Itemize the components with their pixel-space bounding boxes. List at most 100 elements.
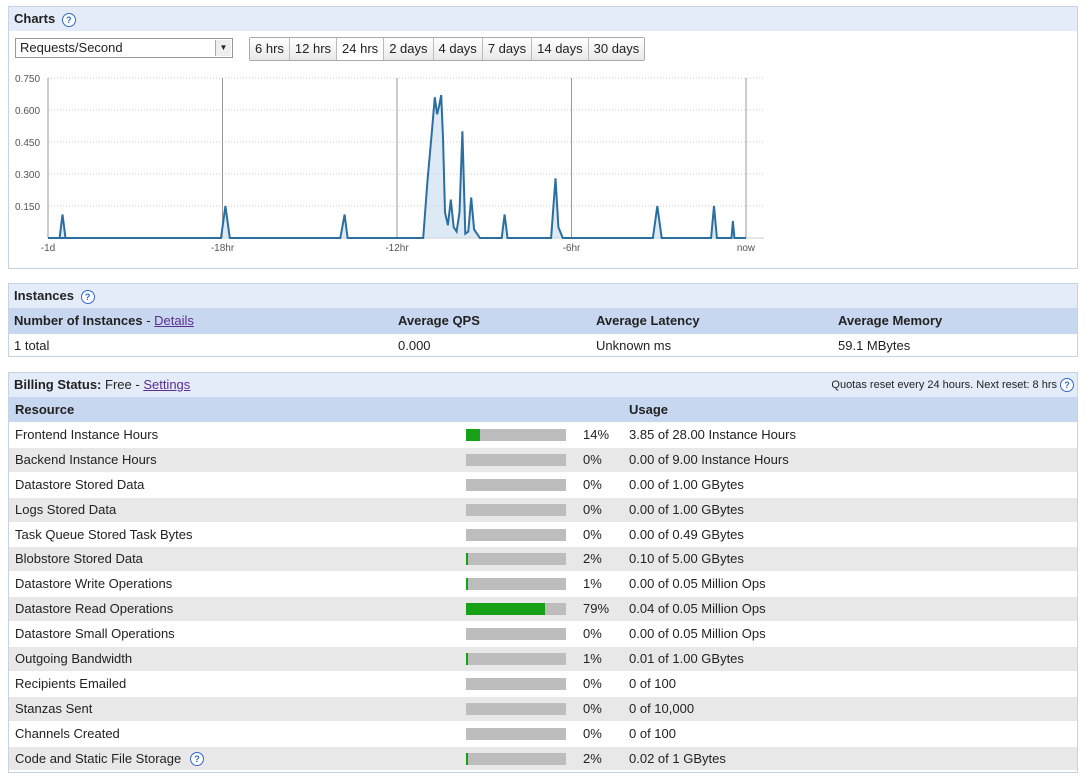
usage-percent: 1%	[583, 576, 602, 592]
usage-percent: 14%	[583, 427, 610, 442]
separator: -	[142, 313, 155, 328]
billing-table-header: Resource Usage	[9, 397, 1077, 422]
usage-value: 0.00 of 0.49 GBytes	[629, 526, 744, 542]
range-button[interactable]: 7 days	[482, 38, 533, 60]
separator: -	[131, 377, 144, 392]
usage-value: 0.02 of 1 GBytes	[629, 750, 726, 766]
instances-count: 1 total	[14, 338, 50, 353]
billing-header: Billing Status: Free - Settings Quotas r…	[9, 373, 1077, 397]
resource-name: Stanzas Sent	[15, 700, 93, 716]
usage-value: 0 of 100	[629, 725, 676, 741]
resource-name: Datastore Write Operations	[15, 576, 173, 592]
usage-value: 0.00 of 0.05 Million Ops	[629, 576, 766, 592]
resource-name: Backend Instance Hours	[15, 451, 157, 467]
usage-value: 0.00 of 1.00 GBytes	[629, 476, 744, 492]
usage-bar-fill	[466, 429, 480, 441]
resource-name: Logs Stored Data	[15, 501, 117, 517]
range-button[interactable]: 12 hrs	[289, 38, 338, 60]
usage-percent: 0%	[583, 725, 602, 741]
billing-row: Task Queue Stored Task Bytes 0% 0.00 of 0.…	[9, 521, 1077, 547]
y-tick-label: 0.300	[15, 170, 40, 181]
help-icon[interactable]: ?	[80, 289, 95, 304]
usage-bar	[466, 528, 566, 541]
usage-percent: 2%	[583, 750, 602, 766]
resource-name: Datastore Read Operations	[15, 601, 174, 617]
billing-row: Datastore Read Operations 79% 0.04 of 0.05…	[9, 596, 1077, 622]
range-button[interactable]: 2 days	[384, 38, 434, 60]
usage-bar	[466, 453, 566, 466]
usage-bar	[466, 578, 566, 591]
instances-latency: Unknown ms	[596, 338, 672, 353]
range-button[interactable]: 4 days	[433, 38, 483, 60]
usage-percent: 79%	[583, 601, 610, 617]
range-button[interactable]: 14 days	[532, 38, 589, 60]
usage-bar-fill	[466, 752, 468, 765]
usage-value: 0.00 of 1.00 GBytes	[629, 501, 744, 517]
billing-row: Datastore Stored Data 0% 0.00 of 1.00 GByt…	[9, 471, 1077, 497]
billing-status: Free	[105, 377, 132, 392]
usage-value: 0.00 of 9.00 Instance Hours	[629, 451, 789, 467]
instances-panel: Instances ? Number of Instances - Detail…	[8, 283, 1078, 357]
range-button[interactable]: 24 hrs	[337, 38, 385, 60]
billing-row: Blobstore Stored Data 2% 0.10 of 5.00 GByt…	[9, 546, 1077, 572]
usage-percent: 0%	[583, 451, 602, 467]
instances-table-header: Number of Instances - Details Average QP…	[9, 308, 1077, 334]
billing-row: Channels Created 0% 0 of 100	[9, 720, 1077, 746]
range-button[interactable]: 6 hrs	[250, 38, 290, 60]
usage-value: 3.85 of 28.00 Instance Hours	[629, 427, 796, 442]
col-number-of-instances: Number of Instances - Details	[14, 308, 194, 334]
resource-name: Datastore Stored Data	[15, 476, 145, 492]
range-button[interactable]: 30 days	[588, 38, 645, 60]
time-range-buttons: 6 hrs 12 hrs 24 hrs 2 days 4 days 7 days 14 da…	[249, 37, 646, 61]
help-icon[interactable]: ?	[1060, 378, 1074, 392]
resource-name: Recipients Emailed	[15, 675, 127, 691]
usage-bar	[466, 603, 566, 616]
usage-bar	[466, 727, 566, 740]
col-resource: Resource	[15, 402, 75, 417]
usage-percent: 0%	[583, 700, 602, 716]
col-average-qps: Average QPS	[398, 313, 480, 328]
billing-row: Code and Static File Storage? 2% 0.02 of 1…	[9, 745, 1077, 771]
billing-row: Outgoing Bandwidth 1% 0.01 of 1.00 GBytes	[9, 646, 1077, 671]
col-number-label: Number of Instances	[14, 313, 143, 328]
resource-name: Outgoing Bandwidth	[15, 651, 133, 667]
usage-value: 0.04 of 0.05 Million Ops	[629, 601, 766, 617]
usage-percent: 0%	[583, 526, 602, 542]
metric-select[interactable]: Requests/Second ▼	[15, 38, 233, 58]
help-icon[interactable]: ?	[190, 752, 204, 767]
usage-bar-fill	[466, 653, 468, 666]
resource-name: Datastore Small Operations	[15, 626, 175, 642]
x-tick-label: -1d	[41, 243, 55, 254]
usage-percent: 2%	[583, 551, 602, 567]
resource-name: Channels Created	[15, 725, 120, 741]
billing-title: Billing Status:	[14, 377, 102, 392]
instances-title: Instances	[14, 288, 74, 303]
usage-bar	[466, 628, 566, 641]
billing-row: Recipients Emailed 0% 0 of 100	[9, 670, 1077, 696]
usage-percent: 0%	[583, 476, 602, 492]
quota-reset-note: Quotas reset every 24 hours. Next reset:…	[831, 379, 1057, 391]
instances-header: Instances ?	[9, 284, 1077, 308]
usage-percent: 0%	[583, 675, 602, 691]
usage-percent: 0%	[583, 626, 602, 642]
billing-row: Datastore Small Operations 0% 0.00 of 0.05…	[9, 621, 1077, 646]
details-link[interactable]: Details	[154, 313, 194, 328]
usage-bar	[466, 478, 566, 491]
y-tick-label: 0.600	[15, 106, 40, 117]
usage-value: 0 of 10,000	[629, 700, 695, 716]
resource-name: Blobstore Stored Data	[15, 551, 143, 567]
chevron-down-icon[interactable]: ▼	[215, 40, 231, 56]
usage-bar	[466, 429, 566, 441]
x-tick-label: now	[737, 243, 756, 254]
help-icon[interactable]: ?	[61, 12, 76, 27]
billing-rows: Frontend Instance Hours 14% 3.85 of 28.00 …	[9, 422, 1077, 771]
usage-bar-fill	[466, 578, 468, 591]
billing-panel: Billing Status: Free - Settings Quotas r…	[8, 372, 1078, 773]
requests-chart: 0.750 0.600 0.450 0.300 0.150 -1d -18hr -12hr -6…	[15, 74, 764, 254]
resource-name: Code and Static File Storage	[15, 750, 182, 766]
billing-row: Stanzas Sent 0% 0 of 10,000	[9, 695, 1077, 721]
settings-link[interactable]: Settings	[143, 377, 190, 392]
usage-value: 0.10 of 5.00 GBytes	[629, 551, 744, 567]
usage-bar-fill	[466, 603, 545, 616]
col-average-latency: Average Latency	[596, 313, 700, 328]
